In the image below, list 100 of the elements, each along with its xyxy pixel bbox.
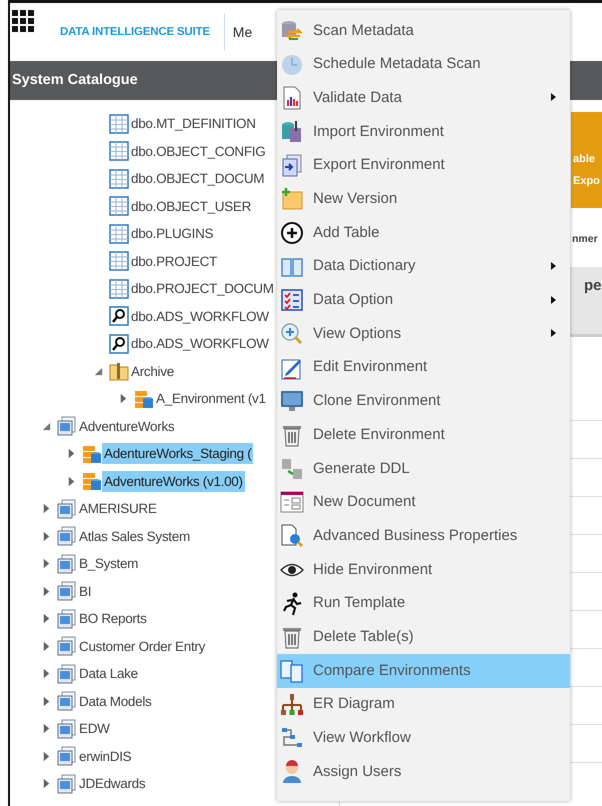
menu-item[interactable]: Assign Users xyxy=(277,755,570,789)
trash-icon xyxy=(280,625,304,650)
database-icon xyxy=(134,388,154,409)
expand-arrow-icon[interactable] xyxy=(40,420,52,432)
running-figure-icon xyxy=(280,592,304,616)
view-icon xyxy=(109,306,129,326)
menu-item[interactable]: Delete Table(s) xyxy=(277,620,570,654)
nav-item[interactable]: Me xyxy=(232,22,252,42)
panel-title: System Catalogue xyxy=(12,70,138,90)
tree-item[interactable]: erwinDIS xyxy=(77,746,134,767)
menu-item[interactable]: New Version xyxy=(277,182,570,216)
menu-item[interactable]: Delete Environment xyxy=(277,418,570,452)
tree-item[interactable]: dbo.PLUGINS xyxy=(129,223,216,244)
database-icon xyxy=(82,471,102,492)
tree-item[interactable]: AdentureWorks_Staging ( xyxy=(102,443,254,464)
server-icon xyxy=(57,718,77,739)
folder-icon xyxy=(109,361,129,382)
scan-database-icon xyxy=(280,18,304,43)
tree-item[interactable]: dbo.ADS_WORKFLOW xyxy=(129,306,271,327)
menu-item[interactable]: Clone Environment xyxy=(277,384,570,418)
server-icon xyxy=(57,746,77,766)
tree-item[interactable]: BO Reports xyxy=(77,608,149,630)
menu-item[interactable]: Scan Metadata xyxy=(277,14,570,48)
tree-item[interactable]: dbo.OBJECT_CONFIG xyxy=(129,140,268,162)
menu-item[interactable]: Run Template xyxy=(277,586,570,620)
menu-item[interactable]: Compare Environments xyxy=(277,654,570,688)
table-icon xyxy=(109,141,129,162)
menu-item[interactable]: Generate DDL xyxy=(277,452,570,486)
tree-item[interactable]: dbo.MT_DEFINITION xyxy=(129,113,258,134)
menu-item[interactable]: Import Environment xyxy=(277,115,570,149)
server-icon xyxy=(57,774,77,794)
clock-icon xyxy=(280,52,304,77)
table-icon xyxy=(109,114,129,134)
menu-item[interactable]: Validate Data xyxy=(277,81,570,116)
expand-arrow-icon[interactable] xyxy=(92,366,104,377)
tree-item[interactable]: dbo.PROJECT_DOCUM xyxy=(129,278,276,300)
table-icon xyxy=(109,224,129,244)
tree-item[interactable]: BI xyxy=(77,580,94,602)
banner-text: Expo xyxy=(573,174,601,189)
column-header: pe xyxy=(584,276,602,296)
app-grid-icon[interactable] xyxy=(12,10,34,32)
monitor-icon xyxy=(280,389,304,414)
tree-item[interactable]: dbo.OBJECT_USER xyxy=(129,196,254,217)
databases-icon xyxy=(280,456,304,481)
export-document-icon xyxy=(280,154,304,178)
user-icon xyxy=(280,760,304,784)
menu-item[interactable]: Export Environment xyxy=(277,148,570,182)
server-icon xyxy=(57,691,77,712)
tree-item[interactable]: JDEdwards xyxy=(77,773,148,794)
document-search-icon xyxy=(280,524,304,548)
menu-item[interactable]: Data Option xyxy=(277,284,570,318)
checklist-icon xyxy=(280,288,304,312)
tree-item[interactable]: Customer Order Entry xyxy=(77,636,208,657)
tree-item[interactable]: dbo.ADS_WORKFLOW xyxy=(129,333,271,354)
tree-item[interactable]: dbo.PROJECT xyxy=(129,250,219,272)
menu-item[interactable]: Schedule Metadata Scan xyxy=(277,48,570,82)
trash-icon xyxy=(280,423,304,448)
server-icon xyxy=(57,498,77,519)
menu-item[interactable]: Advanced Business Properties xyxy=(277,519,570,553)
tree-item[interactable]: EDW xyxy=(77,718,112,740)
menu-item[interactable]: View Options xyxy=(277,317,570,351)
server-icon xyxy=(57,554,77,574)
table-icon xyxy=(109,196,129,216)
table-icon xyxy=(109,278,129,299)
new-folder-icon xyxy=(280,187,304,212)
tree-item[interactable]: Data Models xyxy=(77,690,154,712)
tree-item[interactable]: Data Lake xyxy=(77,663,140,684)
table-icon xyxy=(109,251,129,272)
form-document-icon xyxy=(280,490,304,514)
tree-item[interactable]: AdventureWorks xyxy=(77,416,176,437)
menu-item[interactable]: Edit Environment xyxy=(277,350,570,385)
zoom-in-icon xyxy=(280,322,304,346)
menu-item[interactable]: Data Dictionary xyxy=(277,250,570,284)
tree-item[interactable]: Atlas Sales System xyxy=(77,526,192,547)
menu-item[interactable]: ER Diagram xyxy=(277,688,570,722)
tree-item[interactable]: Archive xyxy=(129,360,176,382)
database-icon xyxy=(82,444,102,464)
tree-item[interactable]: dbo.OBJECT_DOCUM xyxy=(129,168,266,190)
tree-item[interactable]: B_System xyxy=(77,553,140,574)
import-database-icon xyxy=(280,120,304,144)
server-icon xyxy=(57,416,77,436)
table-icon xyxy=(109,168,129,189)
tree-item[interactable]: A_Environment (v1 xyxy=(154,388,268,410)
banner-text: able xyxy=(573,152,596,167)
server-icon xyxy=(57,581,77,602)
menu-item[interactable]: Add Table xyxy=(277,216,570,250)
menu-item[interactable]: New Document xyxy=(277,486,570,520)
server-icon xyxy=(57,526,77,546)
add-circle-icon xyxy=(280,220,304,245)
hierarchy-icon xyxy=(280,692,304,717)
server-icon xyxy=(57,636,77,656)
server-icon xyxy=(57,664,77,684)
tree-item[interactable]: AdventureWorks (v1.00) xyxy=(102,470,245,492)
menu-item[interactable]: View Workflow xyxy=(277,721,570,756)
server-icon xyxy=(57,608,77,629)
tree-item[interactable]: AMERISURE xyxy=(77,498,159,520)
compare-documents-icon xyxy=(280,658,304,683)
section-label: nmer xyxy=(572,232,598,247)
menu-item[interactable]: Hide Environment xyxy=(277,553,570,587)
view-icon xyxy=(109,334,129,354)
